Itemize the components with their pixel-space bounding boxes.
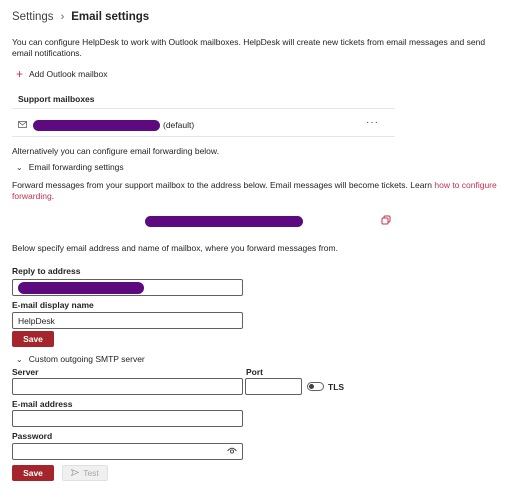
redacted-mailbox-address	[33, 119, 160, 131]
tls-label: TLS	[328, 382, 345, 392]
reply-to-label: Reply to address	[12, 266, 81, 276]
intro-description: You can configure HelpDesk to work with …	[12, 37, 486, 58]
below-instruction-text: Below specify email address and name of …	[12, 243, 338, 253]
list-divider	[12, 108, 395, 109]
test-label: Test	[83, 468, 99, 478]
email-forwarding-toggle[interactable]: ⌄ Email forwarding settings	[16, 162, 124, 172]
display-name-value: HelpDesk	[18, 315, 55, 326]
support-mailboxes-header: Support mailboxes	[18, 94, 95, 104]
tls-toggle-knob	[309, 384, 314, 389]
display-name-input[interactable]: HelpDesk	[12, 312, 243, 329]
email-address-label: E-mail address	[12, 399, 73, 409]
tls-toggle[interactable]	[307, 382, 324, 391]
forwarding-desc-prefix: Forward messages from your support mailb…	[12, 180, 435, 190]
page-title: Email settings	[71, 11, 150, 23]
password-input[interactable]	[12, 443, 243, 460]
custom-smtp-label: Custom outgoing SMTP server	[28, 354, 145, 364]
save-label: Save	[23, 334, 43, 344]
password-label: Password	[12, 431, 53, 441]
mail-icon	[18, 120, 27, 130]
server-label: Server	[12, 367, 39, 377]
server-input[interactable]	[12, 378, 243, 395]
copy-icon[interactable]	[381, 215, 391, 225]
smtp-save-button[interactable]: Save	[12, 465, 54, 481]
smtp-save-label: Save	[23, 468, 43, 478]
email-address-input[interactable]	[12, 410, 243, 427]
eye-icon[interactable]	[227, 447, 237, 457]
reply-to-input[interactable]	[12, 279, 243, 296]
chevron-down-icon: ⌄	[16, 354, 23, 364]
port-input[interactable]	[245, 378, 302, 395]
mailbox-row[interactable]: (default) ···	[12, 114, 395, 136]
breadcrumb: Settings › Email settings	[12, 11, 149, 23]
alternative-text: Alternatively you can configure email fo…	[12, 146, 219, 156]
add-outlook-mailbox-button[interactable]: + Add Outlook mailbox	[16, 67, 108, 81]
list-divider	[12, 136, 395, 137]
plus-icon: +	[16, 67, 24, 81]
forwarding-desc-suffix: .	[51, 191, 55, 201]
test-button[interactable]: Test	[62, 465, 108, 481]
breadcrumb-separator: ›	[60, 11, 65, 23]
default-label: (default)	[163, 120, 195, 130]
send-icon	[70, 468, 80, 478]
add-outlook-mailbox-label: Add Outlook mailbox	[29, 69, 108, 79]
more-options-icon[interactable]: ···	[366, 117, 379, 128]
email-forwarding-label: Email forwarding settings	[28, 162, 124, 172]
breadcrumb-settings-link[interactable]: Settings	[12, 11, 54, 23]
forwarding-description: Forward messages from your support mailb…	[12, 180, 507, 202]
chevron-down-icon: ⌄	[16, 162, 23, 172]
display-name-label: E-mail display name	[12, 300, 94, 310]
custom-smtp-toggle[interactable]: ⌄ Custom outgoing SMTP server	[16, 354, 145, 364]
redacted-reply-to-address	[18, 281, 144, 294]
save-button[interactable]: Save	[12, 331, 54, 347]
port-label: Port	[246, 367, 263, 377]
redacted-forwarding-address	[145, 216, 303, 227]
